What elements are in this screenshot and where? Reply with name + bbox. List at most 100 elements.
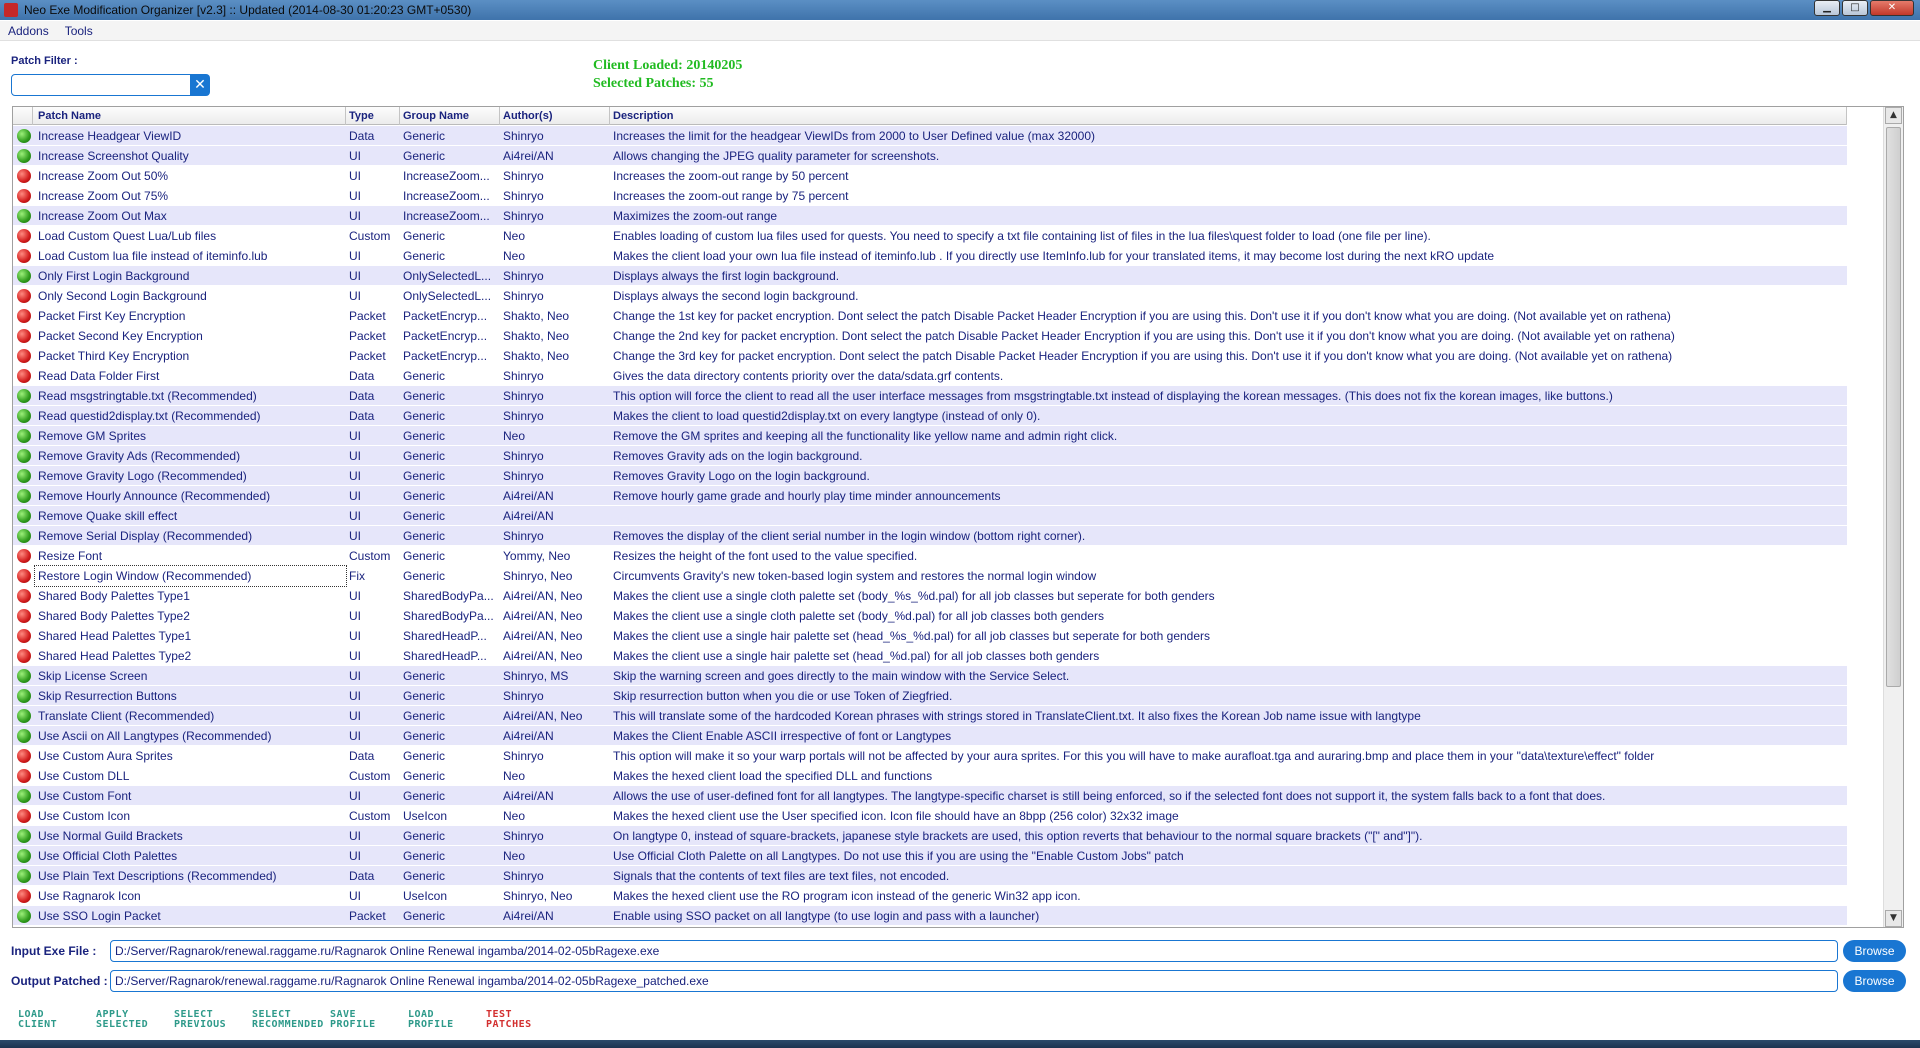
table-row[interactable]: Packet Second Key Encryption Packet Packet…: [13, 326, 1847, 346]
table-row[interactable]: Load Custom lua file instead of iteminfo…: [13, 246, 1847, 266]
menu-addons[interactable]: Addons: [8, 24, 49, 38]
disabled-status-icon[interactable]: [17, 289, 31, 303]
table-row[interactable]: Remove Gravity Ads (Recommended) UI Generi…: [13, 446, 1847, 466]
table-row[interactable]: Read msgstringtable.txt (Recommended) Dat…: [13, 386, 1847, 406]
table-row[interactable]: Use Plain Text Descriptions (Recommended…: [13, 866, 1847, 886]
disabled-status-icon[interactable]: [17, 769, 31, 783]
enabled-status-icon[interactable]: [17, 729, 31, 743]
enabled-status-icon[interactable]: [17, 849, 31, 863]
disabled-status-icon[interactable]: [17, 609, 31, 623]
table-row[interactable]: Restore Login Window (Recommended) Fix Gen…: [13, 565, 1847, 587]
enabled-status-icon[interactable]: [17, 789, 31, 803]
table-row[interactable]: Use SSO Login Packet Packet Generic Ai4rei/…: [13, 906, 1847, 926]
enabled-status-icon[interactable]: [17, 269, 31, 283]
table-row[interactable]: Packet Third Key Encryption Packet PacketE…: [13, 346, 1847, 366]
table-row[interactable]: Shared Body Palettes Type2 UI SharedBodyPa…: [13, 606, 1847, 626]
disabled-status-icon[interactable]: [17, 309, 31, 323]
test-patches-button[interactable]: TEST PATCHES: [486, 1010, 564, 1030]
vertical-scrollbar[interactable]: ▲ ▼: [1883, 107, 1903, 927]
table-row[interactable]: Increase Zoom Out 75% UI IncreaseZoom... Sh…: [13, 186, 1847, 206]
header-patch-name[interactable]: Patch Name: [35, 107, 346, 125]
scroll-thumb[interactable]: [1886, 127, 1901, 687]
browse-output-button[interactable]: Browse: [1843, 970, 1906, 992]
scroll-down-icon[interactable]: ▼: [1885, 910, 1902, 927]
table-row[interactable]: Use Ragnarok Icon UI UseIcon Shinryo, Neo Ma…: [13, 886, 1847, 906]
scroll-up-icon[interactable]: ▲: [1885, 107, 1902, 124]
disabled-status-icon[interactable]: [17, 369, 31, 383]
enabled-status-icon[interactable]: [17, 509, 31, 523]
clear-filter-button[interactable]: ✕: [190, 74, 210, 96]
close-button[interactable]: ✕: [1870, 0, 1914, 16]
table-row[interactable]: Only Second Login Background UI OnlySelect…: [13, 286, 1847, 306]
table-row[interactable]: Packet First Key Encryption Packet PacketE…: [13, 306, 1847, 326]
maximize-button[interactable]: □: [1842, 0, 1868, 16]
enabled-status-icon[interactable]: [17, 449, 31, 463]
enabled-status-icon[interactable]: [17, 489, 31, 503]
disabled-status-icon[interactable]: [17, 589, 31, 603]
enabled-status-icon[interactable]: [17, 909, 31, 923]
table-row[interactable]: Use Custom Font UI Generic Ai4rei/AN Allows …: [13, 786, 1847, 806]
table-row[interactable]: Use Custom Icon Custom UseIcon Neo Makes the…: [13, 806, 1847, 826]
disabled-status-icon[interactable]: [17, 249, 31, 263]
table-row[interactable]: Skip License Screen UI Generic Shinryo, MS S…: [13, 666, 1847, 686]
table-row[interactable]: Increase Zoom Out 50% UI IncreaseZoom... Sh…: [13, 166, 1847, 186]
disabled-status-icon[interactable]: [17, 649, 31, 663]
table-row[interactable]: Remove GM Sprites UI Generic Neo Remove the …: [13, 426, 1847, 446]
select-recommended-button[interactable]: SELECT RECOMMENDED: [252, 1010, 330, 1030]
enabled-status-icon[interactable]: [17, 689, 31, 703]
enabled-status-icon[interactable]: [17, 529, 31, 543]
select-previous-button[interactable]: SELECT PREVIOUS: [174, 1010, 252, 1030]
table-row[interactable]: Shared Head Palettes Type1 UI SharedHeadP.…: [13, 626, 1847, 646]
header-group-name[interactable]: Group Name: [400, 107, 500, 125]
table-row[interactable]: Increase Zoom Out Max UI IncreaseZoom... Sh…: [13, 206, 1847, 226]
table-row[interactable]: Read questid2display.txt (Recommended) Da…: [13, 406, 1847, 426]
patch-filter-input[interactable]: [11, 74, 194, 96]
header-type[interactable]: Type: [346, 107, 400, 125]
table-row[interactable]: Remove Gravity Logo (Recommended) UI Gener…: [13, 466, 1847, 486]
enabled-status-icon[interactable]: [17, 469, 31, 483]
table-row[interactable]: Resize Font Custom Generic Yommy, Neo Resize…: [13, 546, 1847, 566]
enabled-status-icon[interactable]: [17, 669, 31, 683]
table-row[interactable]: Remove Hourly Announce (Recommended) UI Ge…: [13, 486, 1847, 506]
load-profile-button[interactable]: LOAD PROFILE: [408, 1010, 486, 1030]
enabled-status-icon[interactable]: [17, 709, 31, 723]
enabled-status-icon[interactable]: [17, 869, 31, 883]
disabled-status-icon[interactable]: [17, 549, 31, 563]
input-exe-field[interactable]: D:/Server/Ragnarok/renewal.raggame.ru/Ra…: [110, 940, 1838, 962]
table-row[interactable]: Read Data Folder First Data Generic Shinryo…: [13, 366, 1847, 386]
table-row[interactable]: Use Normal Guild Brackets UI Generic Shinry…: [13, 826, 1847, 846]
enabled-status-icon[interactable]: [17, 389, 31, 403]
enabled-status-icon[interactable]: [17, 129, 31, 143]
enabled-status-icon[interactable]: [17, 209, 31, 223]
header-description[interactable]: Description: [610, 107, 1847, 125]
disabled-status-icon[interactable]: [17, 809, 31, 823]
minimize-button[interactable]: ▁: [1814, 0, 1840, 16]
table-row[interactable]: Use Official Cloth Palettes UI Generic Neo U…: [13, 846, 1847, 866]
disabled-status-icon[interactable]: [17, 189, 31, 203]
table-row[interactable]: Translate Client (Recommended) UI Generic A…: [13, 706, 1847, 726]
table-row[interactable]: Use Custom Aura Sprites Data Generic Shinry…: [13, 746, 1847, 766]
load-client-button[interactable]: LOAD CLIENT: [18, 1010, 96, 1030]
enabled-status-icon[interactable]: [17, 429, 31, 443]
disabled-status-icon[interactable]: [17, 569, 31, 583]
enabled-status-icon[interactable]: [17, 409, 31, 423]
table-row[interactable]: Increase Headgear ViewID Data Generic Shinr…: [13, 126, 1847, 146]
table-row[interactable]: Remove Serial Display (Recommended) UI Gen…: [13, 526, 1847, 546]
browse-input-button[interactable]: Browse: [1843, 940, 1906, 962]
disabled-status-icon[interactable]: [17, 889, 31, 903]
table-row[interactable]: Increase Screenshot Quality UI Generic Ai4r…: [13, 146, 1847, 166]
header-authors[interactable]: Author(s): [500, 107, 610, 125]
enabled-status-icon[interactable]: [17, 829, 31, 843]
output-patched-field[interactable]: D:/Server/Ragnarok/renewal.raggame.ru/Ra…: [110, 970, 1838, 992]
table-row[interactable]: Shared Head Palettes Type2 UI SharedHeadP.…: [13, 646, 1847, 666]
table-row[interactable]: Remove Quake skill effect UI Generic Ai4rei…: [13, 506, 1847, 526]
save-profile-button[interactable]: SAVE PROFILE: [330, 1010, 408, 1030]
table-row[interactable]: Only First Login Background UI OnlySelecte…: [13, 266, 1847, 286]
disabled-status-icon[interactable]: [17, 349, 31, 363]
menu-tools[interactable]: Tools: [65, 24, 93, 38]
table-row[interactable]: Load Custom Quest Lua/Lub files Custom Gen…: [13, 226, 1847, 246]
disabled-status-icon[interactable]: [17, 629, 31, 643]
disabled-status-icon[interactable]: [17, 329, 31, 343]
disabled-status-icon[interactable]: [17, 749, 31, 763]
disabled-status-icon[interactable]: [17, 229, 31, 243]
